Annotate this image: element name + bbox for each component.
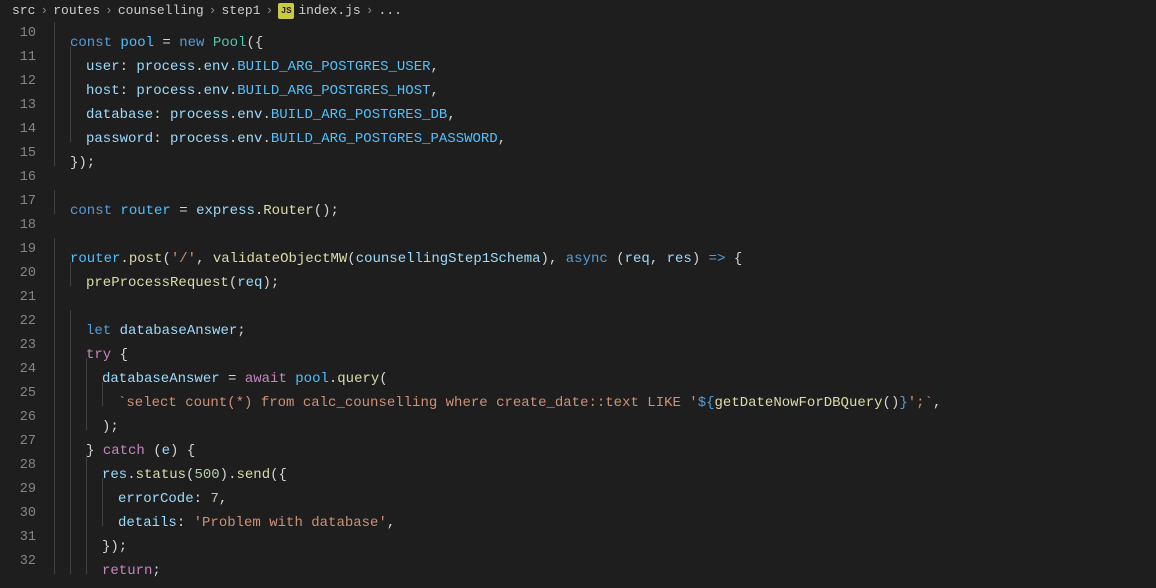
line-number: 31 [0, 526, 36, 550]
chevron-right-icon: › [40, 3, 48, 18]
line-number: 12 [0, 70, 36, 94]
line-number: 23 [0, 334, 36, 358]
line-number: 13 [0, 94, 36, 118]
chevron-right-icon: › [266, 3, 274, 18]
code-line[interactable]: host: process.env.BUILD_ARG_POSTGRES_HOS… [54, 70, 1156, 94]
line-number: 29 [0, 478, 36, 502]
line-number: 10 [0, 22, 36, 46]
line-number: 25 [0, 382, 36, 406]
breadcrumb-item[interactable]: src [12, 3, 35, 18]
code-line[interactable]: router.post('/', validateObjectMW(counse… [54, 238, 1156, 262]
line-number: 30 [0, 502, 36, 526]
breadcrumb-item[interactable]: step1 [221, 3, 260, 18]
code-line[interactable]: user: process.env.BUILD_ARG_POSTGRES_USE… [54, 46, 1156, 70]
line-number: 22 [0, 310, 36, 334]
breadcrumb-item[interactable]: counselling [118, 3, 204, 18]
breadcrumb-file[interactable]: index.js [298, 3, 360, 18]
code-line[interactable]: database: process.env.BUILD_ARG_POSTGRES… [54, 94, 1156, 118]
line-number: 17 [0, 190, 36, 214]
line-number: 19 [0, 238, 36, 262]
code-content[interactable]: const pool = new Pool({ user: process.en… [54, 22, 1156, 588]
line-number: 16 [0, 166, 36, 190]
code-line[interactable]: } catch (e) { [54, 430, 1156, 454]
code-line[interactable] [54, 166, 1156, 190]
line-number: 26 [0, 406, 36, 430]
line-number: 24 [0, 358, 36, 382]
breadcrumb-suffix[interactable]: ... [379, 3, 402, 18]
chevron-right-icon: › [105, 3, 113, 18]
code-line[interactable]: const pool = new Pool({ [54, 22, 1156, 46]
line-number: 18 [0, 214, 36, 238]
line-number: 28 [0, 454, 36, 478]
chevron-right-icon: › [366, 3, 374, 18]
js-file-icon: JS [278, 3, 294, 19]
code-line[interactable]: errorCode: 7, [54, 478, 1156, 502]
line-number: 27 [0, 430, 36, 454]
line-number: 14 [0, 118, 36, 142]
line-number: 11 [0, 46, 36, 70]
code-line[interactable]: return; [54, 550, 1156, 574]
code-line[interactable]: res.status(500).send({ [54, 454, 1156, 478]
line-number-gutter: 1011121314151617181920212223242526272829… [0, 22, 54, 588]
code-line[interactable]: details: 'Problem with database', [54, 502, 1156, 526]
line-number: 21 [0, 286, 36, 310]
code-line[interactable]: let databaseAnswer; [54, 310, 1156, 334]
line-number: 20 [0, 262, 36, 286]
breadcrumb[interactable]: src › routes › counselling › step1 › JS … [0, 0, 1156, 22]
code-editor[interactable]: 1011121314151617181920212223242526272829… [0, 22, 1156, 588]
code-line[interactable]: databaseAnswer = await pool.query( [54, 358, 1156, 382]
code-line[interactable]: const router = express.Router(); [54, 190, 1156, 214]
line-number: 15 [0, 142, 36, 166]
chevron-right-icon: › [209, 3, 217, 18]
code-line[interactable]: password: process.env.BUILD_ARG_POSTGRES… [54, 118, 1156, 142]
code-line[interactable]: `select count(*) from calc_counselling w… [54, 382, 1156, 406]
line-number: 32 [0, 550, 36, 574]
breadcrumb-item[interactable]: routes [53, 3, 100, 18]
